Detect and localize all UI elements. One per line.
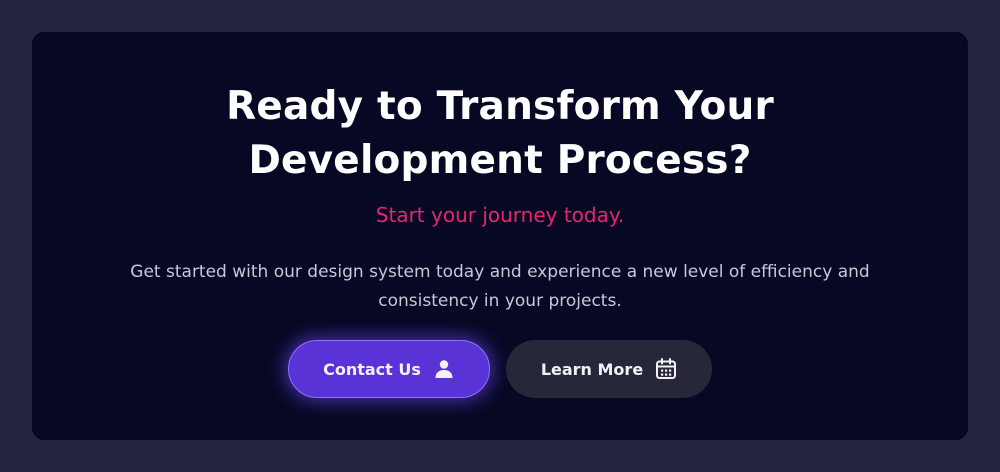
user-icon (433, 358, 455, 380)
learn-more-label: Learn More (540, 359, 644, 379)
cta-title: Ready to Transform Your Development Proc… (226, 84, 774, 183)
cta-description: Get started with our design system today… (130, 262, 870, 311)
cta-subtitle: Start your journey today. (375, 203, 625, 227)
cta-button-row: Contact Us Learn More (32, 340, 968, 398)
calendar-icon (655, 358, 677, 380)
cta-card: Ready to Transform Your Development Proc… (32, 32, 968, 440)
learn-more-button[interactable]: Learn More (506, 340, 712, 398)
contact-us-label: Contact Us (323, 359, 421, 379)
contact-us-button[interactable]: Contact Us (288, 340, 490, 398)
